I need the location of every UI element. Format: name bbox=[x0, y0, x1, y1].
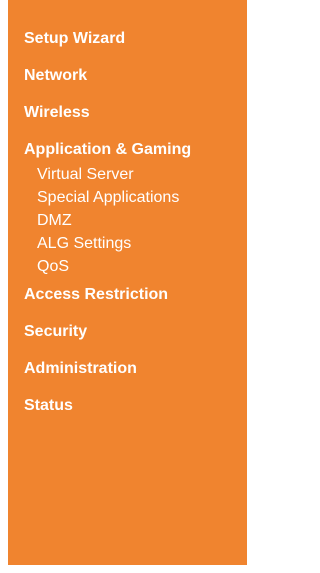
sidebar-nav: Setup Wizard Network Wireless Applicatio… bbox=[8, 0, 247, 565]
sidebar-item-administration[interactable]: Administration bbox=[8, 359, 247, 379]
submenu-item-special-applications[interactable]: Special Applications bbox=[8, 188, 247, 208]
sidebar-item-wireless[interactable]: Wireless bbox=[8, 103, 247, 123]
sidebar-item-status[interactable]: Status bbox=[8, 396, 247, 416]
submenu-item-virtual-server[interactable]: Virtual Server bbox=[8, 165, 247, 185]
sidebar-item-application-gaming[interactable]: Application & Gaming bbox=[8, 140, 247, 160]
sidebar-item-network[interactable]: Network bbox=[8, 66, 247, 86]
submenu-item-dmz[interactable]: DMZ bbox=[8, 211, 247, 231]
sidebar-item-setup-wizard[interactable]: Setup Wizard bbox=[8, 29, 247, 49]
sidebar-item-security[interactable]: Security bbox=[8, 322, 247, 342]
sidebar-menu: Setup Wizard Network Wireless Applicatio… bbox=[8, 29, 247, 433]
submenu-item-alg-settings[interactable]: ALG Settings bbox=[8, 234, 247, 254]
submenu-application-gaming: Virtual Server Special Applications DMZ … bbox=[8, 165, 247, 277]
submenu-item-qos[interactable]: QoS bbox=[8, 257, 247, 277]
sidebar-item-access-restriction[interactable]: Access Restriction bbox=[8, 285, 247, 305]
